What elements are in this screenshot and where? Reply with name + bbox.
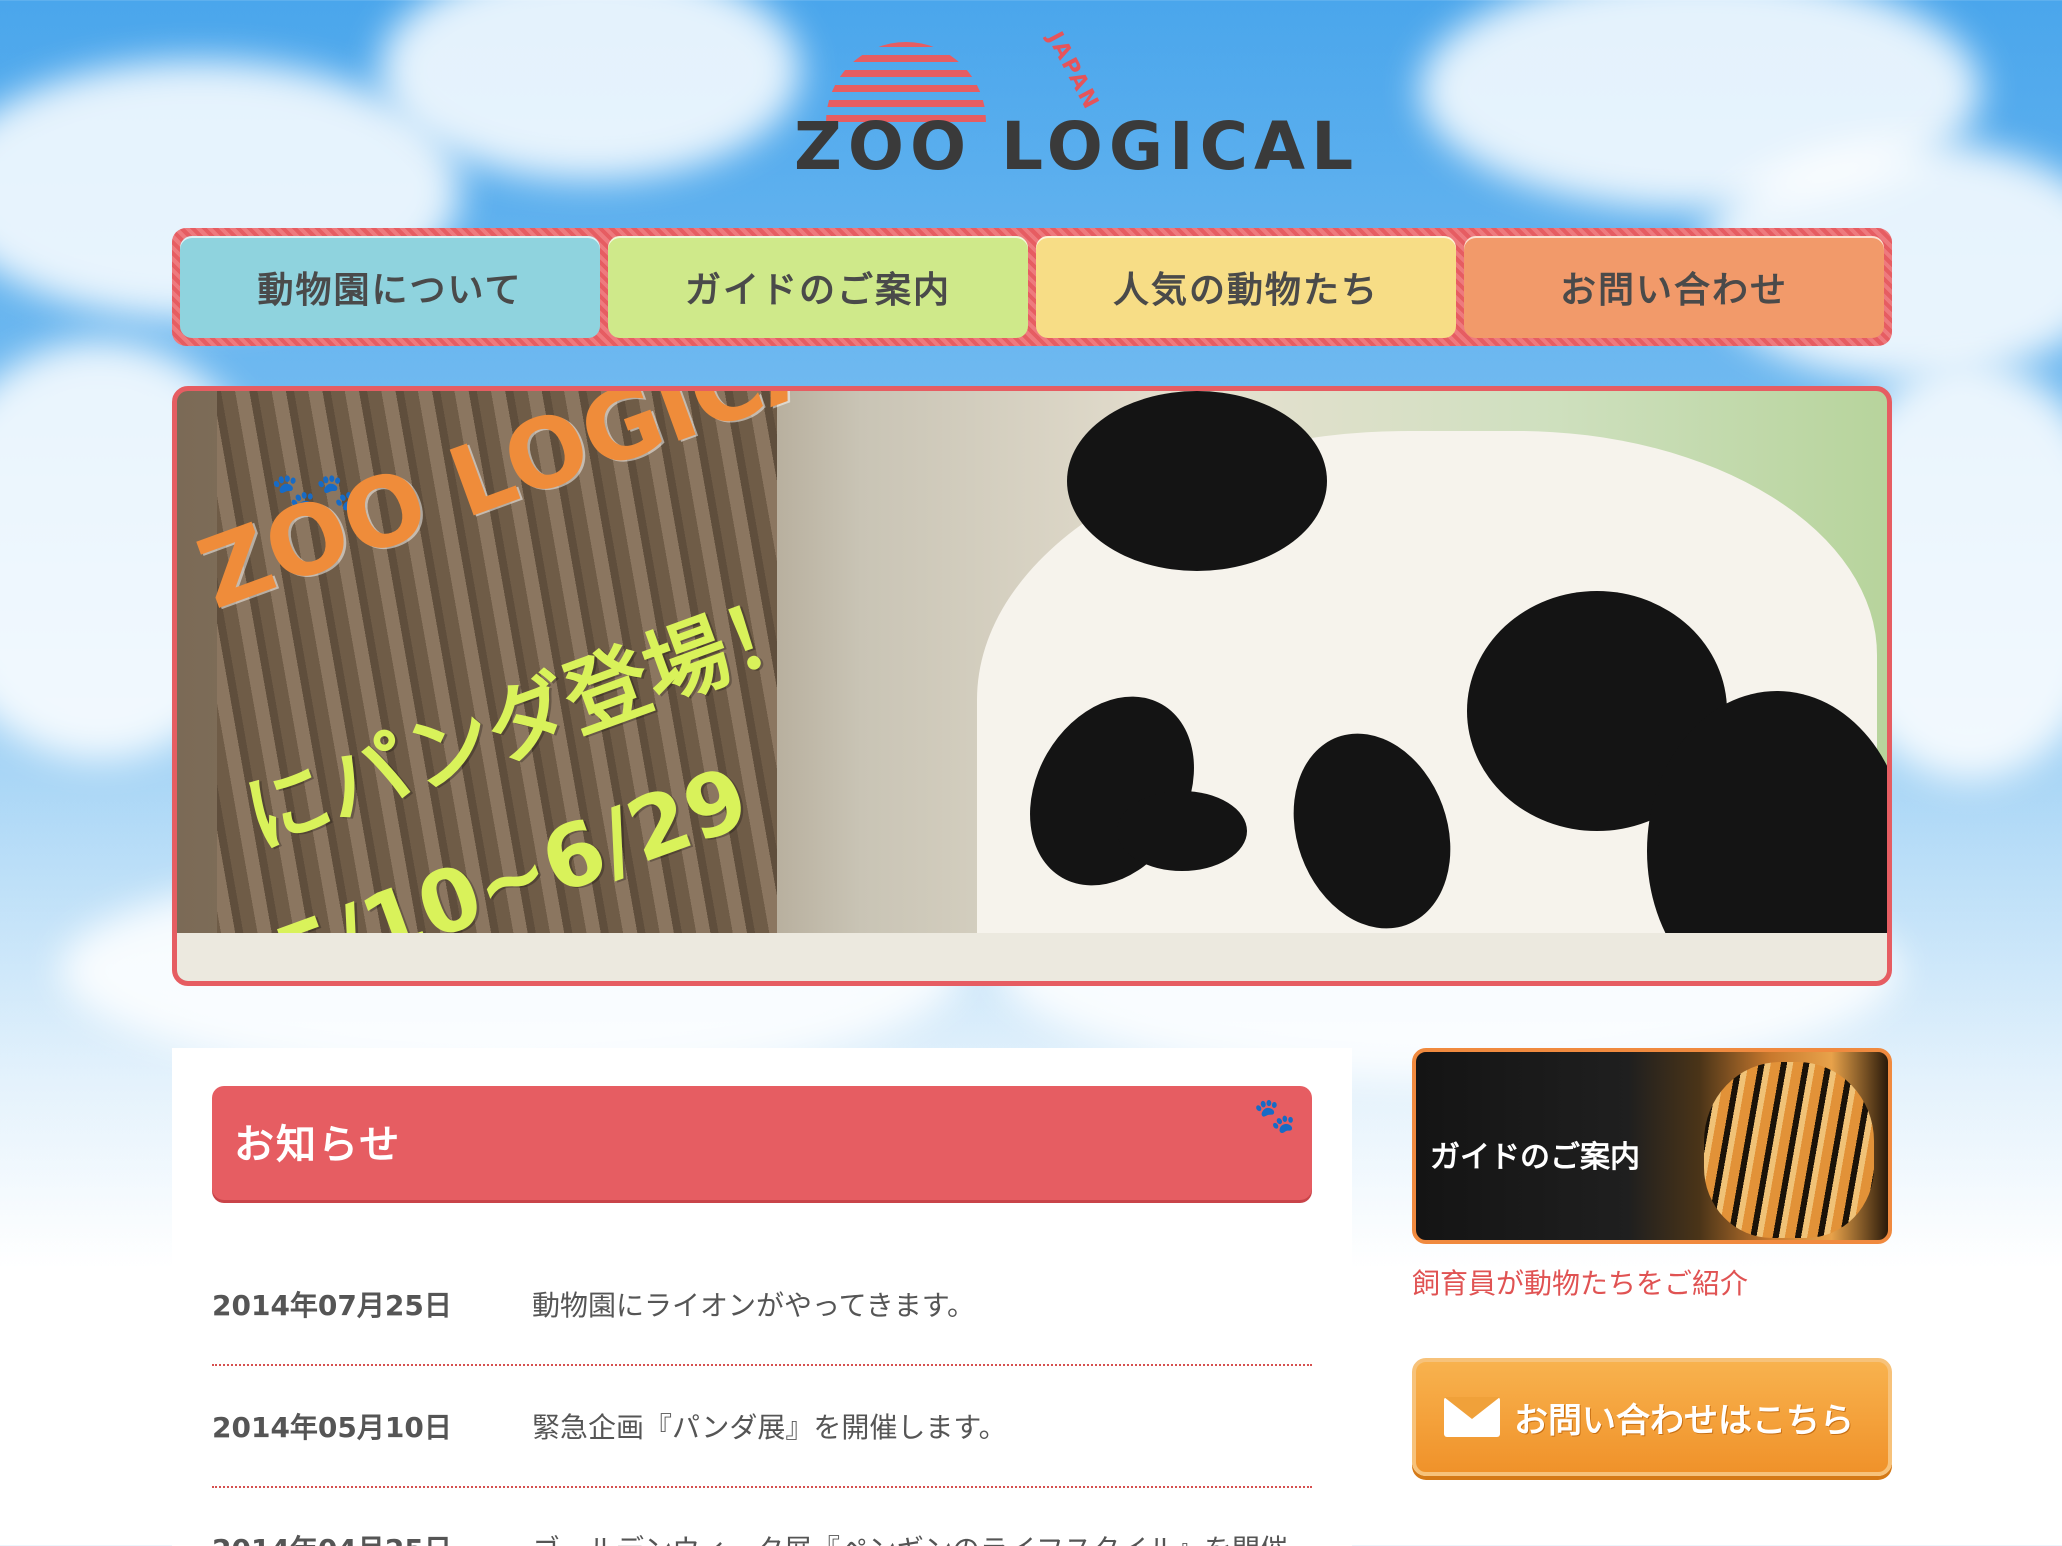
paw-prints-icon: 🐾 (1253, 1096, 1296, 1136)
nav-item-about[interactable]: 動物園について (180, 236, 600, 338)
main-nav: 動物園について ガイドのご案内 人気の動物たち お問い合わせ (172, 228, 1892, 346)
news-item[interactable]: 2014年07月25日 動物園にライオンがやってきます。 (212, 1244, 1312, 1366)
tiger-image (1704, 1062, 1874, 1238)
nav-item-guide[interactable]: ガイドのご案内 (608, 236, 1028, 338)
news-list: 2014年07月25日 動物園にライオンがやってきます。 2014年05月10日… (212, 1244, 1312, 1546)
site-logo[interactable]: ZOO LOGICAL (786, 22, 1353, 185)
contact-button-label: お問い合わせはこちら (1514, 1400, 1854, 1441)
news-title: お知らせ (234, 1122, 402, 1168)
news-item[interactable]: 2014年05月10日 緊急企画『パンダ展』を開催します。 (212, 1366, 1312, 1488)
hero-ledge (177, 933, 1887, 981)
news-header: お知らせ 🐾 (212, 1086, 1312, 1200)
panda-nose (1117, 791, 1247, 871)
news-text[interactable]: 緊急企画『パンダ展』を開催します。 (532, 1406, 1007, 1446)
mail-icon (1444, 1397, 1500, 1437)
guide-banner[interactable]: ガイドのご案内 (1412, 1048, 1892, 1244)
news-date: 2014年07月25日 (212, 1289, 452, 1322)
nav-item-contact[interactable]: お問い合わせ (1464, 236, 1884, 338)
guide-caption-link[interactable]: 飼育員が動物たちをご紹介 (1412, 1262, 1748, 1302)
guide-banner-label: ガイドのご案内 (1430, 1140, 1640, 1175)
news-item[interactable]: 2014年04月25日 ゴールデンウィーク展『ペンギンのライフスタイル』を開催 (212, 1488, 1312, 1546)
logo-wordmark: ZOO LOGICAL (794, 108, 1360, 185)
news-date: 2014年05月10日 (212, 1411, 452, 1444)
nav-item-popular-animals[interactable]: 人気の動物たち (1036, 236, 1456, 338)
news-text[interactable]: 動物園にライオンがやってきます。 (532, 1284, 975, 1324)
panda-ear-left (1067, 391, 1327, 571)
news-date: 2014年04月25日 (212, 1528, 532, 1546)
contact-button[interactable]: お問い合わせはこちら (1412, 1358, 1892, 1476)
news-text[interactable]: ゴールデンウィーク展『ペンギンのライフスタイル』を開催 (532, 1528, 1288, 1546)
hero-banner[interactable]: 🐾🐾 ZOO LOGICAL にパンダ登場！ 5/10~6/29 (172, 386, 1892, 986)
news-section: お知らせ 🐾 2014年07月25日 動物園にライオンがやってきます。 2014… (172, 1048, 1352, 1546)
